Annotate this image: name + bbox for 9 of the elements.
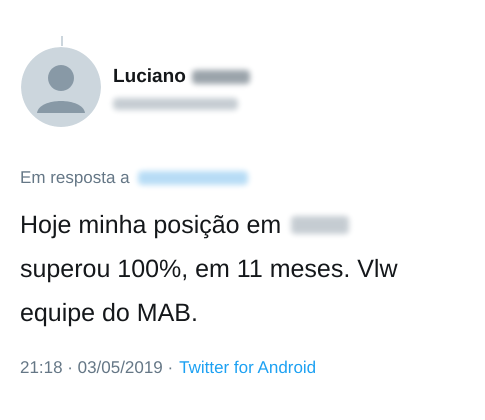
reply-label: Em resposta a	[20, 167, 130, 189]
avatar-icon	[21, 47, 101, 127]
blurred-surname	[192, 70, 250, 84]
tweet-text: superou 100%, em 11 meses. Vlw equipe do MAB.	[20, 254, 399, 328]
source-link[interactable]: Twitter for Android	[179, 354, 316, 380]
blurred-word	[291, 216, 350, 234]
author-name: Luciano	[113, 65, 186, 89]
tweet-text: Hoje minha posição em	[20, 210, 282, 240]
tweet-timestamp: 21:18 · 03/05/2019 ·	[20, 356, 174, 378]
